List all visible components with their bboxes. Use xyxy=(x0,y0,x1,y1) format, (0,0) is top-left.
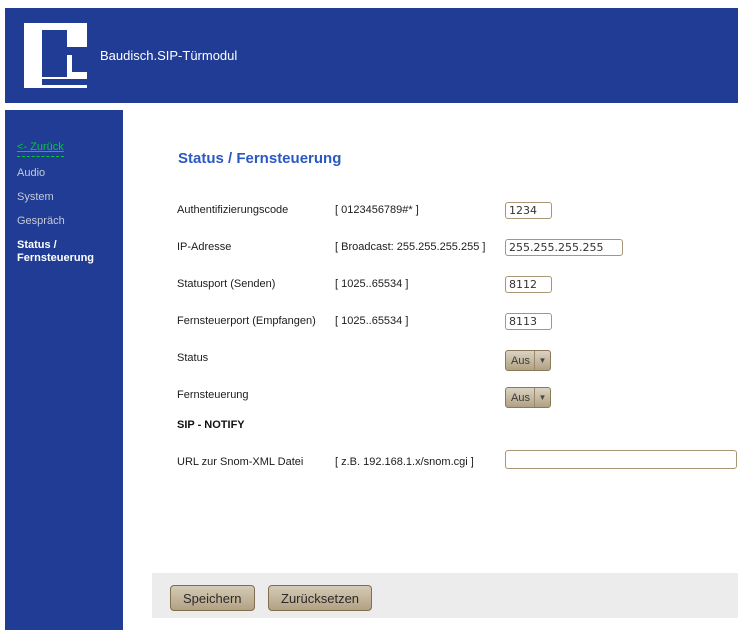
chevron-down-icon: ▼ xyxy=(534,388,550,407)
sidebar-item-audio[interactable]: Audio xyxy=(17,167,115,180)
remote-port-input[interactable] xyxy=(505,313,552,330)
field-hint: [ Broadcast: 255.255.255.255 ] xyxy=(335,241,485,253)
snom-url-input[interactable] xyxy=(505,450,737,469)
field-hint: [ 1025..65534 ] xyxy=(335,278,408,290)
field-hint: [ z.B. 192.168.1.x/snom.cgi ] xyxy=(335,456,474,468)
sidebar-item-gespraech[interactable]: Gespräch xyxy=(17,215,115,228)
field-label: Fernsteuerung xyxy=(177,389,249,401)
sidebar: <- Zurück Audio System Gespräch Status /… xyxy=(5,110,123,630)
page-title: Status / Fernsteuerung xyxy=(178,150,341,167)
settings-form: Authentifizierungscode [ 0123456789#* ] … xyxy=(177,196,738,506)
form-row: Fernsteuerport (Empfangen) [ 1025..65534… xyxy=(177,307,738,344)
field-label: Statusport (Senden) xyxy=(177,278,275,290)
field-label: Fernsteuerport (Empfangen) xyxy=(177,315,316,327)
form-row: URL zur Snom-XML Datei [ z.B. 192.168.1.… xyxy=(177,448,738,485)
back-link[interactable]: <- Zurück xyxy=(17,141,64,157)
status-port-input[interactable] xyxy=(505,276,552,293)
header-bar: Baudisch.SIP-Türmodul xyxy=(5,8,738,103)
field-label: Authentifizierungscode xyxy=(177,204,288,216)
chevron-down-icon: ▼ xyxy=(534,351,550,370)
form-row: Statusport (Senden) [ 1025..65534 ] xyxy=(177,270,738,307)
status-select[interactable]: Aus ▼ xyxy=(505,350,551,371)
field-label: IP-Adresse xyxy=(177,241,231,253)
ip-address-input[interactable] xyxy=(505,239,623,256)
form-row: Fernsteuerung Aus ▼ xyxy=(177,381,738,418)
reset-button[interactable]: Zurücksetzen xyxy=(268,585,372,611)
form-row: Status Aus ▼ xyxy=(177,344,738,381)
save-button[interactable]: Speichern xyxy=(170,585,255,611)
section-heading-sip-notify: SIP - NOTIFY xyxy=(177,419,245,431)
select-value: Aus xyxy=(506,355,534,367)
field-hint: [ 0123456789#* ] xyxy=(335,204,419,216)
page: Baudisch.SIP-Türmodul <- Zurück Audio Sy… xyxy=(0,0,743,640)
remote-control-select[interactable]: Aus ▼ xyxy=(505,387,551,408)
field-label: Status xyxy=(177,352,208,364)
baudisch-logo-icon xyxy=(24,23,87,88)
form-row: Authentifizierungscode [ 0123456789#* ] xyxy=(177,196,738,233)
auth-code-input[interactable] xyxy=(505,202,552,219)
field-label: URL zur Snom-XML Datei xyxy=(177,456,303,468)
select-value: Aus xyxy=(506,392,534,404)
sidebar-item-status-fernsteuerung[interactable]: Status / Fernsteuerung xyxy=(17,239,113,265)
button-bar: Speichern Zurücksetzen xyxy=(152,573,738,618)
field-hint: [ 1025..65534 ] xyxy=(335,315,408,327)
form-row: IP-Adresse [ Broadcast: 255.255.255.255 … xyxy=(177,233,738,270)
sidebar-item-system[interactable]: System xyxy=(17,191,115,204)
app-title: Baudisch.SIP-Türmodul xyxy=(100,48,237,63)
